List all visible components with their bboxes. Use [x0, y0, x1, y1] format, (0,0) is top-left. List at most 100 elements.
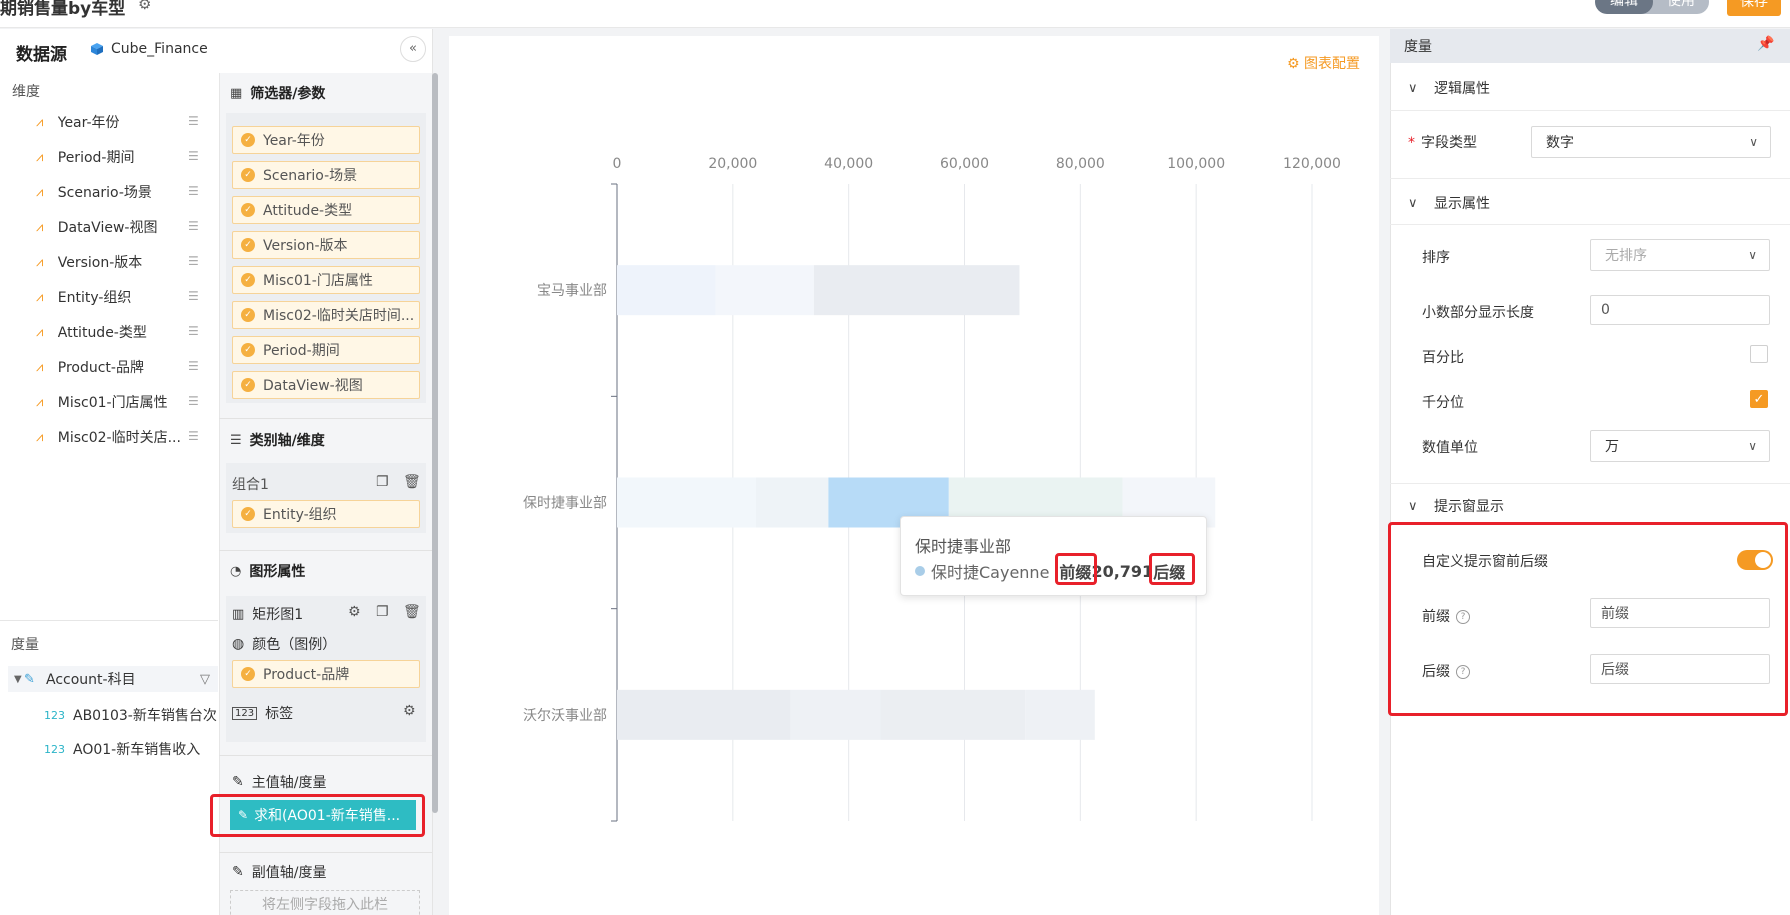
group-label: 组合1	[232, 477, 269, 493]
sub-axis-title: ✎ 副值轴/度量	[232, 864, 327, 881]
gear-icon[interactable]: ⚙	[138, 0, 151, 13]
category-pill[interactable]: ✓ Entity-组织	[232, 500, 420, 528]
filter-icon[interactable]: ▽	[200, 672, 210, 687]
drag-handle-icon[interactable]: ☰	[188, 150, 202, 162]
color-pill[interactable]: ✓ Product-品牌	[232, 660, 420, 688]
dimension-item[interactable]: ⩘ Scenario-场景	[36, 182, 206, 202]
display-section-header[interactable]: ∨ 显示属性	[1408, 193, 1490, 213]
save-button[interactable]: 保存	[1727, 0, 1781, 16]
dimension-item[interactable]: ⩘ Misc01-门店属性	[36, 392, 206, 412]
scrollbar[interactable]	[432, 73, 438, 813]
gear-icon[interactable]: ⚙	[403, 703, 416, 719]
table-icon: ▦	[230, 85, 243, 101]
main-axis-measure-pill[interactable]: ✎ 求和(AO01-新车销售...	[230, 800, 416, 830]
drag-handle-icon[interactable]: ☰	[188, 185, 202, 197]
percent-checkbox[interactable]	[1750, 345, 1768, 363]
drag-handle-icon[interactable]: ☰	[188, 430, 202, 442]
dimension-label: Entity-组织	[57, 290, 132, 306]
page-title: 期销售量by车型	[0, 0, 126, 19]
help-icon[interactable]: ?	[1456, 665, 1470, 679]
chevron-down-icon: ∨	[1408, 498, 1418, 514]
sub-axis-drop-zone[interactable]: 将左侧字段拖入此栏	[230, 890, 420, 915]
dimension-label: Scenario-场景	[57, 185, 152, 201]
tooltip-value: 20,791	[1091, 561, 1154, 581]
mode-toggle[interactable]: 编辑 使用	[1595, 0, 1709, 14]
dimension-item[interactable]: ⩘ Attitude-类型	[36, 322, 206, 342]
filter-pill[interactable]: ✓ Version-版本	[232, 231, 420, 259]
hierarchy-icon: ⩘	[36, 359, 44, 375]
measure-item[interactable]: 123 AB0103-新车销售台次	[44, 705, 217, 725]
tag-item[interactable]: 123 标签	[232, 703, 293, 723]
copy-icon[interactable]: ❐	[376, 604, 389, 620]
dimension-item[interactable]: ⩘ Product-品牌	[36, 357, 206, 377]
gear-icon[interactable]: ⚙	[348, 604, 361, 620]
dimension-item[interactable]: ⩘ Entity-组织	[36, 287, 206, 307]
dimension-label: Attitude-类型	[57, 325, 147, 341]
y-tick-label: 保时捷事业部	[523, 496, 607, 512]
tooltip-prefix: 前缀	[1055, 553, 1098, 585]
filter-pill[interactable]: ✓ Misc01-门店属性	[232, 266, 420, 294]
shape-item[interactable]: ▥ 矩形图1	[232, 604, 303, 624]
tooltip-section-header[interactable]: ∨ 提示窗显示	[1408, 496, 1504, 516]
drag-handle-icon[interactable]: ☰	[188, 220, 202, 232]
help-icon[interactable]: ?	[1456, 610, 1470, 624]
dimension-item[interactable]: ⩘ DataView-视图	[36, 217, 206, 237]
filter-pill[interactable]: ✓ Scenario-场景	[232, 161, 420, 189]
drag-handle-icon[interactable]: ☰	[188, 290, 202, 302]
double-chevron-left-icon[interactable]: «	[400, 36, 426, 62]
filter-pill[interactable]: ✓ DataView-视图	[232, 371, 420, 399]
filter-pill[interactable]: ✓ Year-年份	[232, 126, 420, 154]
logic-section-header[interactable]: ∨ 逻辑属性	[1408, 78, 1490, 98]
unit-label: 数值单位	[1422, 440, 1478, 456]
cube-icon	[91, 43, 103, 55]
drag-handle-icon[interactable]: ☰	[188, 395, 202, 407]
bar-segment	[1025, 689, 1095, 740]
cube-name[interactable]: Cube_Finance	[111, 41, 208, 57]
field-type-select[interactable]: 数字 ∨	[1531, 126, 1771, 158]
filter-pill[interactable]: ✓ Misc02-临时关店时间...	[232, 301, 420, 329]
dimension-item[interactable]: ⩘ Version-版本	[36, 252, 206, 272]
bar-segment	[617, 265, 716, 316]
decimal-label: 小数部分显示长度	[1422, 305, 1534, 321]
delete-icon[interactable]: 🗑	[403, 604, 421, 620]
filter-pill[interactable]: ✓ Period-期间	[232, 336, 420, 364]
check-circle-icon: ✓	[241, 308, 255, 322]
bar-segment	[880, 689, 1026, 740]
unit-select[interactable]: 万 ∨	[1590, 430, 1770, 462]
check-circle-icon: ✓	[241, 378, 255, 392]
prefix-input[interactable]	[1590, 598, 1770, 628]
drag-handle-icon[interactable]: ☰	[188, 360, 202, 372]
use-mode-button[interactable]: 使用	[1653, 0, 1709, 14]
chevron-down-icon: ∨	[1408, 80, 1418, 96]
panel-header	[1390, 29, 1790, 63]
dimension-item[interactable]: ⩘ Period-期间	[36, 147, 206, 167]
y-tick-label: 宝马事业部	[537, 283, 607, 299]
drag-handle-icon[interactable]: ☰	[188, 325, 202, 337]
measure-item[interactable]: 123 AO01-新车销售收入	[44, 739, 200, 759]
sort-select[interactable]: 无排序 ∨	[1590, 239, 1770, 271]
drag-handle-icon[interactable]: ☰	[188, 255, 202, 267]
dimension-item[interactable]: ⩘ Year-年份	[36, 112, 206, 132]
copy-icon[interactable]: ❐	[376, 474, 389, 490]
measure-label: AO01-新车销售收入	[73, 742, 201, 758]
dimension-label: Misc01-门店属性	[57, 395, 168, 411]
caret-down-icon[interactable]: ▼	[8, 674, 24, 685]
account-tree-node[interactable]: ▼ ✎ Account-科目 ▽	[8, 666, 218, 692]
suffix-input[interactable]	[1590, 654, 1770, 684]
custom-fix-switch[interactable]	[1737, 550, 1773, 570]
dimensions-label: 维度	[12, 84, 40, 100]
delete-icon[interactable]: 🗑	[403, 474, 421, 490]
check-circle-icon: ✓	[241, 507, 255, 521]
panel-title: 度量	[1404, 39, 1432, 55]
check-circle-icon: ✓	[241, 238, 255, 252]
decimal-input[interactable]	[1590, 295, 1770, 325]
filter-pill[interactable]: ✓ Attitude-类型	[232, 196, 420, 224]
percent-label: 百分比	[1422, 350, 1464, 366]
drag-handle-icon[interactable]: ☰	[188, 115, 202, 127]
pin-icon[interactable]: 📌	[1757, 36, 1774, 52]
thousands-checkbox[interactable]: ✓	[1750, 390, 1768, 408]
edit-mode-button[interactable]: 编辑	[1595, 0, 1653, 14]
suffix-label: 后缀?	[1422, 661, 1470, 681]
dimension-item[interactable]: ⩘ Misc02-临时关店...	[36, 427, 206, 447]
color-legend-item[interactable]: ◍ 颜色（图例）	[232, 634, 336, 654]
